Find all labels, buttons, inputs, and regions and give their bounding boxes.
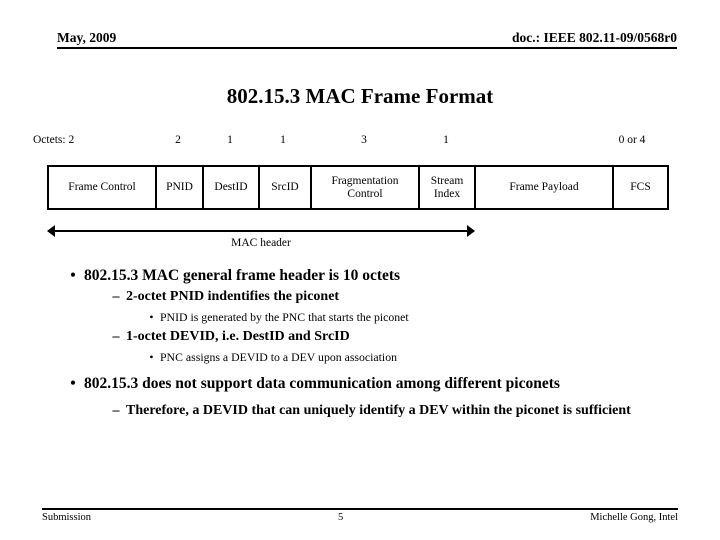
bullet-text: 1-octet DEVID, i.e. DestID and SrcID [126, 329, 350, 344]
mac-header-span-arrow [47, 225, 475, 237]
frame-field-boxes: Frame Control PNID DestID SrcID Fragment… [47, 165, 669, 210]
frame-field-fcs: FCS [630, 181, 651, 193]
slide-header: May, 2009 doc.: IEEE 802.11-09/0568r0 [57, 30, 677, 52]
bullet-small-disc-icon: • [149, 310, 154, 324]
bullet-level3-pnc-assigns: • PNC assigns a DEVID to a DEV upon asso… [0, 348, 720, 366]
frame-field-destid: DestID [204, 167, 260, 208]
frame-format-diagram: Octets: 2 2 1 1 3 1 0 or 4 Frame Control… [0, 133, 720, 249]
octet-label-srcid: 1 [280, 134, 286, 146]
bullet-level2-devid-sufficient: – Therefore, a DEVID that can uniquely i… [0, 401, 720, 421]
header-doc-id: doc.: IEEE 802.11-09/0568r0 [511, 30, 677, 45]
footer-row: Submission 5 Michelle Gong, Intel [42, 512, 678, 523]
footer-submission-label: Submission [42, 512, 92, 523]
octet-label-destid: 1 [227, 134, 233, 146]
bullet-dash-icon: – [112, 329, 120, 344]
slide-body-bullets: • 802.15.3 MAC general frame header is 1… [0, 265, 720, 422]
octet-label-fcs: 0 or 4 [618, 134, 646, 146]
bullet-text: 2-octet PNID indentifies the piconet [126, 289, 340, 304]
bullet-dash-icon: – [112, 403, 120, 418]
octet-label-frame-control: Octets: 2 [33, 134, 75, 146]
frame-field-fragmentation-control: Fragmentation Control [312, 167, 420, 208]
header-date: May, 2009 [57, 30, 117, 45]
slide-header-row: May, 2009 doc.: IEEE 802.11-09/0568r0 [57, 30, 677, 46]
bullet-small-disc-icon: • [149, 350, 154, 364]
frame-field-stream-index: Stream Index [420, 167, 476, 208]
bullet-level2-pnid: – 2-octet PNID indentifies the piconet [0, 287, 720, 307]
bullet-level3-pnid-generated: • PNID is generated by the PNC that star… [0, 308, 720, 326]
bullet-disc-icon: • [70, 267, 76, 284]
footer-divider [42, 508, 678, 510]
frame-field-pnid: PNID [157, 167, 204, 208]
slide-footer: Submission 5 Michelle Gong, Intel [42, 508, 678, 523]
bullet-dash-icon: – [112, 289, 120, 304]
mac-header-label: MAC header [231, 237, 291, 249]
arrow-line [53, 230, 469, 232]
octet-label-fragmentation-control: 3 [361, 134, 367, 146]
octet-label-pnid: 2 [175, 134, 181, 146]
bullet-level1-no-inter-piconet: • 802.15.3 does not support data communi… [0, 373, 720, 394]
bullet-disc-icon: • [70, 375, 76, 392]
bullet-text: 802.15.3 does not support data communica… [84, 375, 560, 392]
arrow-right-head-icon [467, 225, 475, 237]
bullet-text: PNC assigns a DEVID to a DEV upon associ… [160, 350, 398, 364]
page-title: 802.15.3 MAC Frame Format [226, 84, 494, 108]
bullet-text: 802.15.3 MAC general frame header is 10 … [84, 267, 401, 284]
bullet-level2-devid: – 1-octet DEVID, i.e. DestID and SrcID [0, 327, 720, 347]
frame-field-frame-control: Frame Control [49, 167, 157, 208]
footer-author: Michelle Gong, Intel [590, 512, 678, 523]
bullet-text: Therefore, a DEVID that can uniquely ide… [126, 403, 631, 418]
header-divider [57, 47, 677, 49]
bullet-level1-header-octets: • 802.15.3 MAC general frame header is 1… [0, 265, 720, 286]
octet-label-row: Octets: 2 2 1 1 3 1 0 or 4 [0, 133, 720, 153]
bullet-text: PNID is generated by the PNC that starts… [160, 310, 409, 324]
footer-page-number: 5 [337, 512, 344, 523]
octet-label-stream-index: 1 [443, 134, 449, 146]
frame-field-frame-payload: Frame Payload [476, 167, 614, 208]
frame-field-srcid: SrcID [260, 167, 312, 208]
